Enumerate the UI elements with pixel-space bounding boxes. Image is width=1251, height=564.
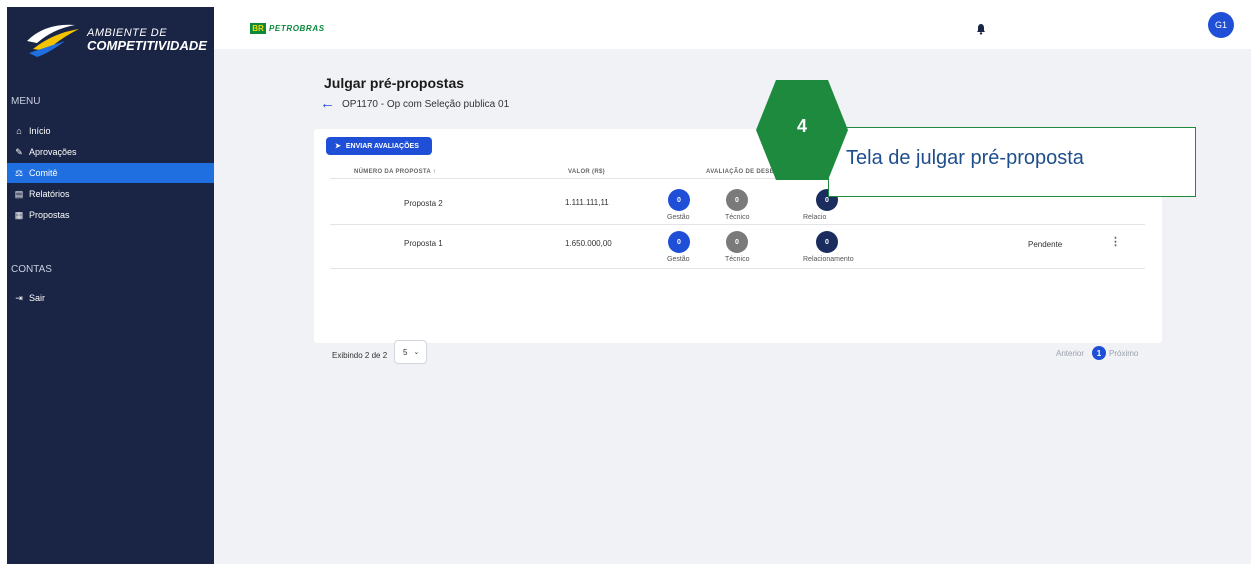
scale-icon: ⚖ <box>14 167 24 178</box>
row2-more-options-icon[interactable]: ⋮ <box>1110 235 1121 248</box>
row2-rating-gestao-label: Gestão <box>667 256 690 263</box>
sidebar-item-label: Propostas <box>29 210 70 220</box>
row1-rating-relacionamento-label: Relacio <box>803 214 827 221</box>
logo: AMBIENTE DE COMPETITIVIDADE <box>23 19 213 61</box>
page-title: Julgar pré-propostas <box>324 75 465 91</box>
row2-rating-tecnico[interactable]: 0 <box>726 231 748 253</box>
petrobras-logo: BR PETROBRAS <box>250 21 325 35</box>
row2-rating-relacionamento-label: Relacionamento <box>803 256 854 263</box>
row2-status-badge: Pendente <box>1028 240 1063 249</box>
gavel-icon: ✎ <box>15 146 23 157</box>
page-size-select[interactable]: 5 ⌄ <box>394 340 427 364</box>
app-frame: AMBIENTE DE COMPETITIVIDADE MENU ⌂ Iníci… <box>0 0 1251 564</box>
top-bar: BR PETROBRAS G1 <box>214 7 1251 49</box>
document-icon: ▤ <box>14 188 24 199</box>
sidebar: AMBIENTE DE COMPETITIVIDADE MENU ⌂ Iníci… <box>7 7 214 564</box>
row1-rating-tecnico[interactable]: 0 <box>726 189 748 211</box>
home-icon: ⌂ <box>16 126 22 136</box>
sidebar-item-label: Início <box>29 126 51 136</box>
logout-icon: ⇥ <box>15 292 23 303</box>
row2-rating-tecnico-label: Técnico <box>725 256 750 263</box>
row1-rating-tecnico-label: Técnico <box>725 214 750 221</box>
row2-value: 1.650.000,00 <box>565 239 612 248</box>
send-evaluations-label: ENVIAR AVALIAÇÕES <box>345 142 419 150</box>
pagination-summary: Exibindo 2 de 2 <box>332 351 388 360</box>
sidebar-item-aprovacoes[interactable]: ✎ Aprovações <box>7 142 214 162</box>
petrobras-name: PETROBRAS <box>269 23 325 33</box>
header-proposal-number[interactable]: NÚMERO DA PROPOSTA ↑ <box>354 169 436 175</box>
sidebar-item-propostas[interactable]: ▦ Propostas <box>7 205 214 225</box>
sidebar-item-relatorios[interactable]: ▤ Relatórios <box>7 184 214 204</box>
page-size-value: 5 <box>403 347 408 357</box>
row-divider <box>330 268 1145 269</box>
logo-line2: COMPETITIVIDADE <box>87 38 207 53</box>
sidebar-item-inicio[interactable]: ⌂ Início <box>7 121 214 141</box>
header-value: VALOR (R$) <box>568 169 605 175</box>
sidebar-item-comite[interactable]: ⚖ Comitê <box>7 163 214 183</box>
row2-rating-gestao[interactable]: 0 <box>668 231 690 253</box>
step-number: 4 <box>796 116 807 136</box>
sidebar-item-label: Sair <box>29 293 46 303</box>
row1-rating-gestao-label: Gestão <box>667 214 690 221</box>
row1-proposal-name: Proposta 2 <box>404 199 443 208</box>
proposals-icon: ▦ <box>14 209 24 220</box>
sidebar-item-label: Aprovações <box>29 147 77 157</box>
sidebar-item-sair[interactable]: ⇥ Sair <box>7 288 214 308</box>
row2-rating-relacionamento[interactable]: 0 <box>816 231 838 253</box>
operation-label: OP1170 - Op com Seleção publica 01 <box>342 99 510 110</box>
avatar[interactable]: G1 <box>1208 12 1234 38</box>
current-page-button[interactable]: 1 <box>1092 346 1106 360</box>
sidebar-item-label: Comitê <box>29 168 58 178</box>
send-evaluations-button[interactable]: ➤ ENVIAR AVALIAÇÕES <box>326 137 432 155</box>
next-page-link[interactable]: Próximo <box>1109 349 1138 358</box>
menu-section-title: MENU <box>11 96 41 107</box>
sidebar-item-label: Relatórios <box>29 189 70 199</box>
accounts-section-title: CONTAS <box>11 264 52 275</box>
row1-rating-gestao[interactable]: 0 <box>668 189 690 211</box>
callout-text: Tela de julgar pré-proposta <box>846 147 1084 169</box>
chevron-down-icon: ⌄ <box>413 349 420 356</box>
previous-page-link[interactable]: Anterior <box>1056 349 1084 358</box>
petrobras-badge: BR <box>250 22 266 34</box>
back-arrow-icon[interactable]: ← <box>320 96 335 111</box>
row2-proposal-name: Proposta 1 <box>404 239 443 248</box>
logo-mark-icon <box>27 24 79 57</box>
bell-icon[interactable] <box>975 23 987 35</box>
row1-value: 1.111.111,11 <box>565 198 609 207</box>
send-icon: ➤ <box>335 143 341 150</box>
row-divider <box>330 224 1145 225</box>
